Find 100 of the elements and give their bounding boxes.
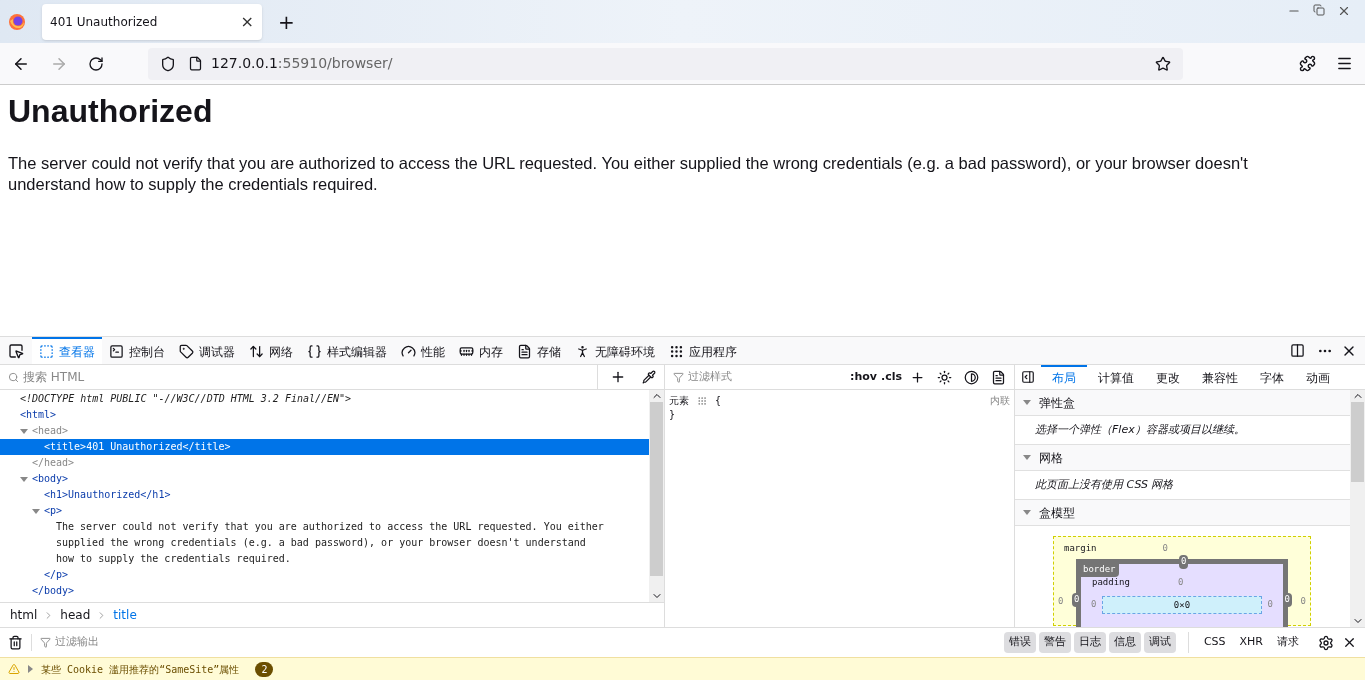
expand-triangle-icon[interactable] xyxy=(1023,400,1031,405)
devtools-tab[interactable]: 性能 xyxy=(394,337,452,364)
menu-icon[interactable] xyxy=(1336,55,1353,72)
rule-source[interactable]: 内联 xyxy=(990,394,1010,408)
expand-triangle-icon[interactable] xyxy=(1023,510,1031,515)
warning-text: 某些 Cookie 滥用推荐的“SameSite”属性 xyxy=(41,662,240,677)
node-tag[interactable]: <p> xyxy=(0,503,649,519)
rule-selector: 元素 xyxy=(669,394,689,408)
filter-styles-field[interactable]: 过滤样式 xyxy=(673,368,842,386)
sidebar-tab[interactable]: 兼容性 xyxy=(1191,365,1249,389)
section-header[interactable]: 弹性盒 xyxy=(1015,390,1350,416)
breadcrumb[interactable]: html xyxy=(8,606,40,624)
devtools-tab[interactable]: 控制台 xyxy=(102,337,172,364)
expand-triangle-icon[interactable] xyxy=(28,665,33,673)
node-tag[interactable]: <h1>Unauthorized</h1> xyxy=(0,487,649,503)
node-tag[interactable]: </p> xyxy=(0,567,649,583)
search-html-field[interactable]: 搜索 HTML xyxy=(0,365,598,389)
sidebar-tab[interactable]: 更改 xyxy=(1145,365,1191,389)
content-box: 0×0 xyxy=(1102,595,1262,614)
breadcrumb[interactable]: title xyxy=(111,606,139,624)
devtools-tab[interactable]: 样式编辑器 xyxy=(300,337,394,364)
star-icon[interactable] xyxy=(1155,55,1171,72)
close-tab-button[interactable]: × xyxy=(240,9,254,34)
devtools-tab[interactable]: 网络 xyxy=(242,337,300,364)
tag-icon xyxy=(179,344,194,359)
dock-icon[interactable] xyxy=(1290,343,1305,358)
sidebar-tab[interactable]: 动画 xyxy=(1295,365,1341,389)
log-level-toggle[interactable]: 调试 xyxy=(1143,632,1176,653)
reload-icon[interactable] xyxy=(88,55,104,72)
devtools-tab[interactable]: 查看器 xyxy=(32,337,102,364)
box-value: 0 xyxy=(1267,597,1273,611)
expand-triangle-icon[interactable] xyxy=(20,476,28,482)
node-tag[interactable]: <body> xyxy=(0,471,649,487)
contrast-icon[interactable] xyxy=(964,369,979,385)
filter-output-field[interactable]: 过滤输出 xyxy=(31,634,996,651)
expand-triangle-icon[interactable] xyxy=(20,428,28,434)
address-bar[interactable]: 127.0.0.1:55910/browser/ xyxy=(148,47,1183,80)
node-tag[interactable]: <!DOCTYPE html PUBLIC "-//W3C//DTD HTML 3.2 Final//EN"> xyxy=(0,391,649,407)
sidebar-tab[interactable]: 字体 xyxy=(1249,365,1295,389)
scrollbar[interactable] xyxy=(1350,390,1365,627)
sun-icon[interactable] xyxy=(937,369,952,385)
warning-message[interactable]: 某些 Cookie 滥用推荐的“SameSite”属性 2 xyxy=(0,657,1365,680)
close-icon[interactable] xyxy=(1337,4,1351,18)
document-icon[interactable] xyxy=(991,369,1006,385)
node-tag[interactable]: <html> xyxy=(0,407,649,423)
box-value: 0 xyxy=(1058,595,1065,608)
box-label: padding xyxy=(1092,576,1130,589)
log-level-toggle[interactable]: 警告 xyxy=(1038,632,1071,653)
trash-icon[interactable] xyxy=(8,635,23,650)
node-tag[interactable]: </head> xyxy=(0,455,649,471)
search-icon xyxy=(8,371,19,383)
devtools-tab[interactable]: 无障碍环境 xyxy=(568,337,662,364)
eyedropper-icon[interactable] xyxy=(642,370,656,384)
close-icon[interactable] xyxy=(1342,635,1357,650)
url-path: :55910/browser/ xyxy=(277,55,393,71)
terminal-icon xyxy=(109,344,124,359)
breadcrumb[interactable]: head xyxy=(58,606,93,624)
devtools-tab[interactable]: 存储 xyxy=(510,337,568,364)
request-type-toggle[interactable]: CSS xyxy=(1200,632,1229,653)
expand-triangle-icon[interactable] xyxy=(1023,455,1031,460)
count-badge: 2 xyxy=(255,661,274,677)
grid-dots-icon xyxy=(697,396,707,406)
open-brace: { xyxy=(715,394,722,408)
pick-element-icon[interactable] xyxy=(8,342,24,359)
grid-dots-icon xyxy=(669,344,684,359)
settings-icon[interactable] xyxy=(1318,634,1334,651)
node-text[interactable]: The server could not verify that you are authorized to access the URL requested. You either supplied the wrong credentials (e.g. a bad password), or your browser doesn't understand how to supply the credentials required. xyxy=(0,519,649,567)
devtools-tab[interactable]: 应用程序 xyxy=(662,337,744,364)
request-type-toggle[interactable]: XHR xyxy=(1236,632,1266,653)
node-tag[interactable]: <head> xyxy=(0,423,649,439)
up-down-arrows-icon xyxy=(249,344,264,359)
devtools-tab[interactable]: 内存 xyxy=(452,337,510,364)
toggle-button[interactable]: :hov xyxy=(850,368,877,386)
devtools-tab[interactable]: 调试器 xyxy=(172,337,242,364)
sidebar-toggle-icon[interactable] xyxy=(1021,370,1035,384)
box-value: 0 xyxy=(1282,593,1292,607)
log-level-toggle[interactable]: 日志 xyxy=(1073,632,1106,653)
add-rule-icon[interactable] xyxy=(910,369,925,385)
extensions-icon[interactable] xyxy=(1299,55,1316,72)
restore-icon[interactable] xyxy=(1313,4,1325,16)
scrollbar[interactable] xyxy=(649,390,664,602)
shield-icon xyxy=(160,55,176,72)
box-value: 0 xyxy=(1091,597,1097,611)
section-header[interactable]: 盒模型 xyxy=(1015,500,1350,526)
box-value: 0 xyxy=(1072,593,1082,607)
add-node-icon[interactable] xyxy=(610,369,626,385)
expand-triangle-icon[interactable] xyxy=(32,508,40,514)
toggle-button[interactable]: .cls xyxy=(880,368,902,386)
browser-tab[interactable]: 401 Unauthorized × xyxy=(42,3,262,40)
node-tag[interactable]: </body> xyxy=(0,583,649,599)
section-header[interactable]: 网格 xyxy=(1015,445,1350,471)
page-paragraph: The server could not verify that you are authorized to access the URL requested. You either supplied the wrong credentials (e.g. a bad password), or your browser doesn't understand how to supply the credentials required. xyxy=(8,153,1249,195)
sidebar-tab[interactable]: 计算值 xyxy=(1087,365,1145,389)
warning-icon xyxy=(8,663,20,675)
log-level-toggle[interactable]: 错误 xyxy=(1003,632,1036,653)
new-tab-button[interactable]: + xyxy=(270,6,303,37)
box-value: 0 xyxy=(1177,576,1184,589)
request-type-toggle[interactable]: 请求 xyxy=(1274,632,1302,653)
node-tag[interactable]: <title>401 Unauthorized</title> xyxy=(0,439,649,455)
log-level-toggle[interactable]: 信息 xyxy=(1108,632,1141,653)
